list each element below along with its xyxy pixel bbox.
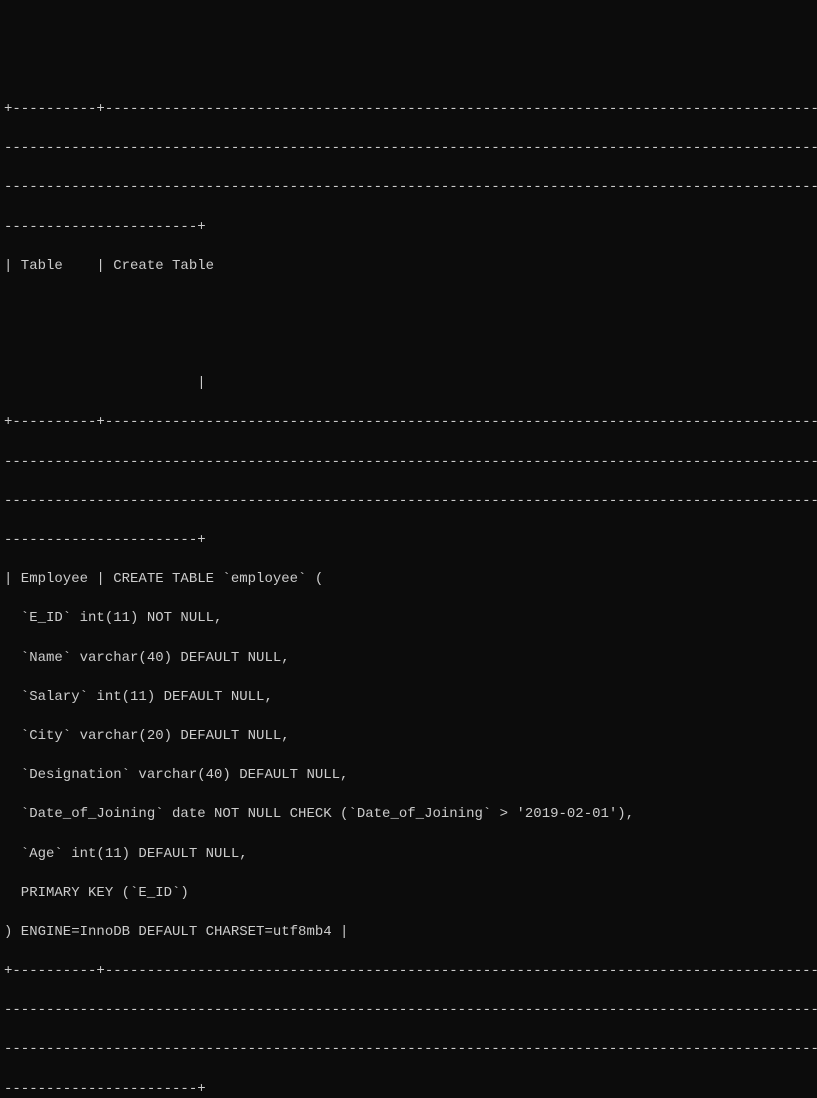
column-def-name: `Name` varchar(40) DEFAULT NULL, [4,649,813,669]
border-line: ----------------------------------------… [4,178,813,198]
terminal-output: +----------+----------------------------… [0,78,817,1098]
border-line: -----------------------+ [4,1080,813,1098]
column-def-designation: `Designation` varchar(40) DEFAULT NULL, [4,766,813,786]
column-def-pk: PRIMARY KEY (`E_ID`) [4,884,813,904]
border-line: +----------+----------------------------… [4,962,813,982]
column-def-salary: `Salary` int(11) DEFAULT NULL, [4,688,813,708]
blank-line [4,296,813,316]
header-spacer: | [4,374,813,394]
border-line: +----------+----------------------------… [4,413,813,433]
border-line: ----------------------------------------… [4,139,813,159]
border-line: ----------------------------------------… [4,1001,813,1021]
border-line: +----------+----------------------------… [4,100,813,120]
border-line: ----------------------------------------… [4,1040,813,1060]
column-def-eid: `E_ID` int(11) NOT NULL, [4,609,813,629]
blank-line [4,335,813,355]
create-table-start: | Employee | CREATE TABLE `employee` ( [4,570,813,590]
border-line: ----------------------------------------… [4,453,813,473]
table-header-row: | Table | Create Table [4,257,813,277]
border-line: -----------------------+ [4,531,813,551]
border-line: -----------------------+ [4,218,813,238]
border-line: ----------------------------------------… [4,492,813,512]
column-def-city: `City` varchar(20) DEFAULT NULL, [4,727,813,747]
column-def-date-joining: `Date_of_Joining` date NOT NULL CHECK (`… [4,805,813,825]
create-table-end: ) ENGINE=InnoDB DEFAULT CHARSET=utf8mb4 … [4,923,813,943]
column-def-age: `Age` int(11) DEFAULT NULL, [4,845,813,865]
